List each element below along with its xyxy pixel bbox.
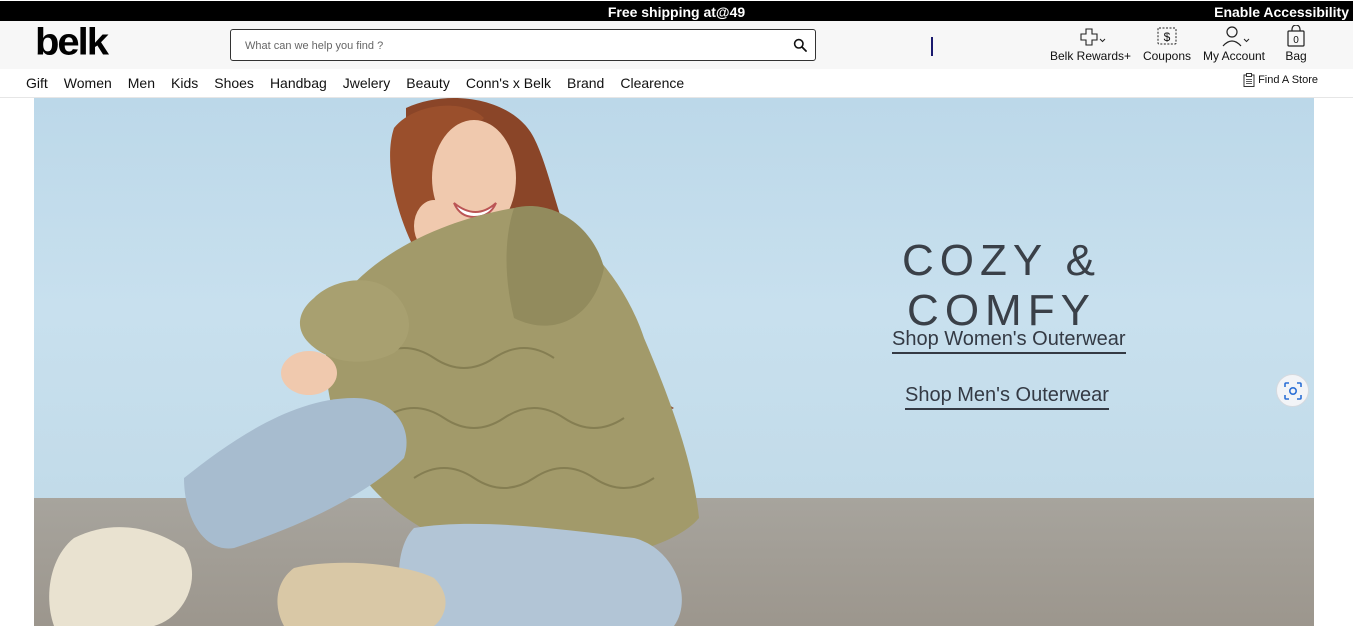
belk-logo[interactable]: belk [35,22,109,62]
nav-item-men[interactable]: Men [128,75,155,91]
nav-item-clearance[interactable]: Clearence [620,75,684,91]
free-shipping-text: Free shipping at@49 [607,4,746,20]
site-header: belk Belk Rewards+ $ Coupons My Account [0,21,1353,69]
account-label: My Account [1202,49,1266,63]
user-icon [1222,26,1250,47]
coupons-label: Coupons [1142,49,1192,63]
nav-item-kids[interactable]: Kids [171,75,198,91]
nav-item-beauty[interactable]: Beauty [406,75,450,91]
nav-item-handbag[interactable]: Handbag [270,75,327,91]
hero-banner[interactable]: COZY & COMFY Shop Women's Outerwear Shop… [34,98,1314,626]
nav-item-shoes[interactable]: Shoes [214,75,254,91]
dollar-tag-icon: $ [1157,27,1177,45]
search-bar [230,29,816,61]
clipboard-icon [1243,73,1255,87]
belk-rewards-button[interactable]: Belk Rewards+ [1050,25,1132,63]
nav-item-gift[interactable]: Gift [26,75,48,91]
coupons-button[interactable]: $ Coupons [1140,25,1194,63]
hero-model-image [49,98,699,626]
shop-mens-outerwear-link[interactable]: Shop Men's Outerwear [905,384,1109,410]
visual-search-button[interactable] [1276,374,1309,407]
nav-item-conns-x-belk[interactable]: Conn's x Belk [466,75,551,91]
hero-headline: COZY & COMFY [901,236,1101,335]
find-a-store-link[interactable]: Find A Store [1243,73,1318,87]
bag-count: 0 [1293,35,1299,46]
svg-text:$: $ [1164,30,1171,44]
bag-label: Bag [1285,49,1307,63]
text-cursor [931,37,933,56]
shop-womens-outerwear-link[interactable]: Shop Women's Outerwear [892,328,1126,354]
enable-accessibility-link[interactable]: Enable Accessibility [1214,4,1349,20]
bag-button[interactable]: 0 Bag [1280,25,1312,63]
nav-item-brand[interactable]: Brand [567,75,604,91]
main-navigation: Gift Women Men Kids Shoes Handbag Jweler… [0,69,1353,98]
category-nav-list: Gift Women Men Kids Shoes Handbag Jweler… [26,75,700,91]
rewards-label: Belk Rewards+ [1050,49,1132,63]
search-icon[interactable] [793,38,807,52]
plus-icon [1080,28,1106,46]
my-account-button[interactable]: My Account [1200,25,1268,63]
find-store-label: Find A Store [1258,74,1318,86]
nav-item-women[interactable]: Women [64,75,112,91]
visual-search-icon [1283,381,1302,400]
search-input[interactable] [245,37,775,55]
nav-item-jewelry[interactable]: Jwelery [343,75,390,91]
shopping-bag-icon: 0 [1287,25,1305,47]
promo-bar: Free shipping at@49 Enable Accessibility [0,0,1353,21]
